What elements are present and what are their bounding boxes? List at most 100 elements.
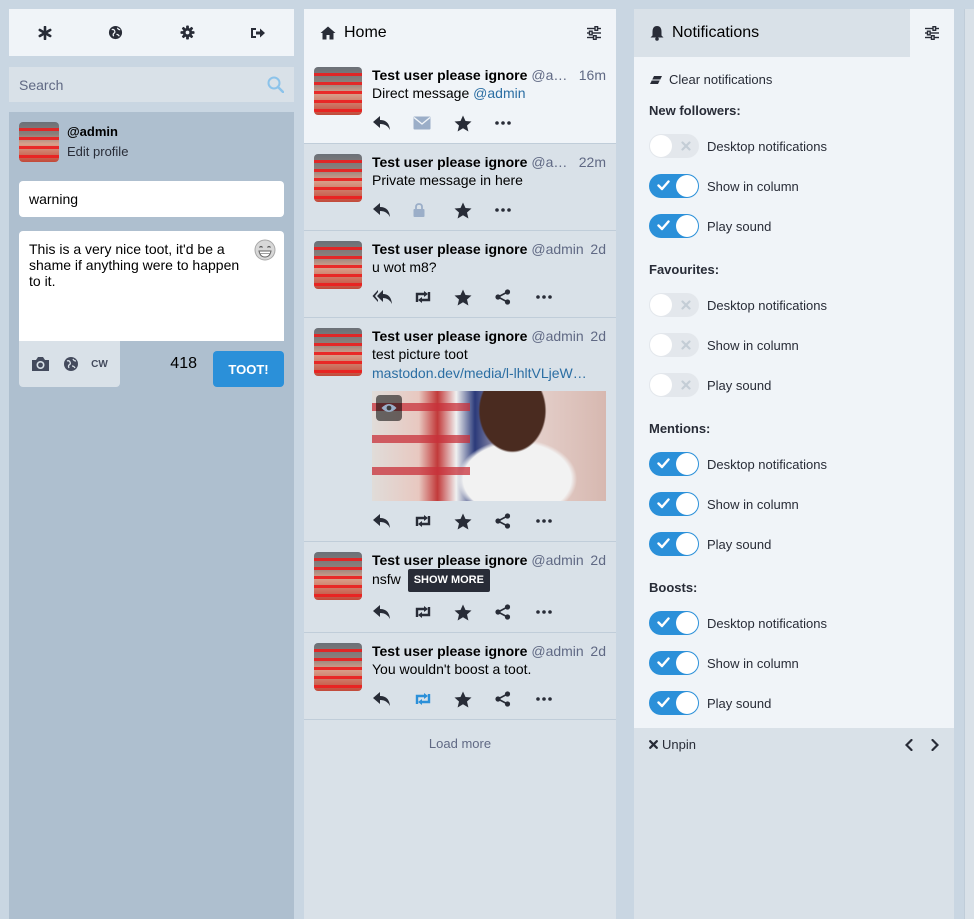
ellipsis-icon[interactable]: [536, 295, 577, 299]
star-icon[interactable]: [454, 691, 495, 708]
boost-icon[interactable]: [413, 290, 454, 304]
globe-icon[interactable]: [106, 23, 126, 43]
account-handle[interactable]: @admin: [531, 67, 572, 83]
toggle-switch[interactable]: [649, 174, 699, 198]
display-name[interactable]: Test user please ignore: [372, 552, 527, 568]
toggle-switch[interactable]: [649, 452, 699, 476]
toggle-switch[interactable]: [649, 532, 699, 556]
status-item[interactable]: Test user please ignore @admin 2d test p…: [304, 318, 616, 542]
reply-icon[interactable]: [372, 202, 413, 218]
boost-icon[interactable]: [413, 514, 454, 528]
status-timestamp[interactable]: 22m: [579, 154, 606, 170]
status-timestamp[interactable]: 2d: [590, 328, 606, 344]
toggle-switch[interactable]: [649, 492, 699, 516]
unpin-button[interactable]: Unpin: [649, 737, 696, 752]
content-warning-input[interactable]: warning: [19, 181, 284, 217]
star-icon[interactable]: [454, 604, 495, 621]
display-name[interactable]: Test user please ignore: [372, 643, 527, 659]
search-input[interactable]: [9, 67, 294, 102]
status-timestamp[interactable]: 16m: [579, 67, 606, 83]
toggle-switch[interactable]: [649, 651, 699, 675]
load-more-button[interactable]: Load more: [304, 720, 616, 767]
toggle-switch[interactable]: [649, 214, 699, 238]
account-handle[interactable]: @admin: [531, 552, 584, 568]
avatar[interactable]: [314, 552, 362, 600]
toot-button[interactable]: TOOT!: [213, 351, 284, 387]
display-name[interactable]: Test user please ignore: [372, 154, 527, 170]
compose-textarea[interactable]: This is a very nice toot, it'd be a sham…: [19, 231, 284, 341]
account-handle[interactable]: @admin: [531, 154, 572, 170]
display-name[interactable]: Test user please ignore: [372, 67, 527, 83]
setting-toggle-row: Play sound: [649, 524, 939, 564]
media-attachment[interactable]: [372, 391, 606, 501]
share-icon[interactable]: [495, 513, 536, 529]
status-timestamp[interactable]: 2d: [590, 241, 606, 257]
toggle-switch[interactable]: [649, 691, 699, 715]
status-item[interactable]: Test user please ignore @admin 2d nsfw S…: [304, 542, 616, 633]
clear-notifications-button[interactable]: Clear notifications: [649, 72, 939, 87]
chevron-right-icon[interactable]: [931, 738, 939, 751]
emoji-picker-icon[interactable]: [254, 239, 276, 261]
display-name[interactable]: Test user please ignore: [372, 241, 527, 257]
reply-all-icon[interactable]: [372, 289, 413, 305]
share-icon[interactable]: [495, 691, 536, 707]
star-icon[interactable]: [454, 513, 495, 530]
status-timestamp[interactable]: 2d: [590, 643, 606, 659]
toggle-switch[interactable]: [649, 293, 699, 317]
avatar[interactable]: [314, 328, 362, 376]
avatar[interactable]: [314, 643, 362, 691]
account-handle[interactable]: @admin: [531, 328, 584, 344]
camera-icon[interactable]: [31, 356, 50, 372]
search-icon[interactable]: [267, 76, 284, 93]
toggle-label: Play sound: [707, 695, 772, 711]
privacy-globe-icon[interactable]: [63, 356, 79, 372]
status-timestamp[interactable]: 2d: [590, 552, 606, 568]
status-item[interactable]: Test user please ignore @admin 16m Direc…: [304, 57, 616, 144]
avatar[interactable]: [314, 154, 362, 202]
home-column-header[interactable]: Home: [304, 9, 616, 57]
reply-icon[interactable]: [372, 691, 413, 707]
edit-profile-link[interactable]: Edit profile: [67, 144, 128, 159]
asterisk-icon[interactable]: [35, 23, 55, 43]
account-handle[interactable]: @admin: [531, 241, 584, 257]
show-more-button[interactable]: SHOW MORE: [407, 569, 490, 592]
account-handle[interactable]: @admin: [531, 643, 584, 659]
status-item[interactable]: Test user please ignore @admin 2d You wo…: [304, 633, 616, 720]
notifications-column-header[interactable]: Notifications: [634, 9, 954, 57]
star-icon[interactable]: [454, 115, 495, 132]
toggle-switch[interactable]: [649, 611, 699, 635]
status-content: You wouldn't boost a toot.: [372, 661, 532, 677]
column-settings-icon[interactable]: [910, 9, 954, 57]
ellipsis-icon[interactable]: [495, 208, 536, 212]
reply-icon[interactable]: [372, 513, 413, 529]
reply-icon[interactable]: [372, 115, 413, 131]
reply-icon[interactable]: [372, 604, 413, 620]
media-link[interactable]: mastodon.dev/media/l-lhltVLjeW…: [372, 364, 606, 383]
status-item[interactable]: Test user please ignore @admin 22m Priva…: [304, 144, 616, 231]
avatar[interactable]: [314, 67, 362, 115]
gear-icon[interactable]: [177, 23, 197, 43]
avatar[interactable]: [19, 122, 59, 162]
ellipsis-icon[interactable]: [495, 121, 536, 125]
star-icon[interactable]: [454, 289, 495, 306]
ellipsis-icon[interactable]: [536, 697, 577, 701]
sign-out-icon[interactable]: [248, 23, 268, 43]
status-item[interactable]: Test user please ignore @admin 2d u wot …: [304, 231, 616, 318]
boost-icon-active[interactable]: [413, 692, 454, 706]
share-icon[interactable]: [495, 289, 536, 305]
star-icon[interactable]: [454, 202, 495, 219]
display-name[interactable]: Test user please ignore: [372, 328, 527, 344]
mention-link[interactable]: @admin: [473, 85, 525, 101]
share-icon[interactable]: [495, 604, 536, 620]
boost-icon[interactable]: [413, 605, 454, 619]
toggle-switch[interactable]: [649, 333, 699, 357]
avatar[interactable]: [314, 241, 362, 289]
chevron-left-icon[interactable]: [905, 738, 913, 751]
toggle-switch[interactable]: [649, 373, 699, 397]
ellipsis-icon[interactable]: [536, 610, 577, 614]
toggle-switch[interactable]: [649, 134, 699, 158]
eye-icon[interactable]: [376, 395, 402, 421]
content-warning-toggle[interactable]: CW: [91, 359, 108, 370]
column-settings-icon[interactable]: [572, 9, 616, 57]
ellipsis-icon[interactable]: [536, 519, 577, 523]
